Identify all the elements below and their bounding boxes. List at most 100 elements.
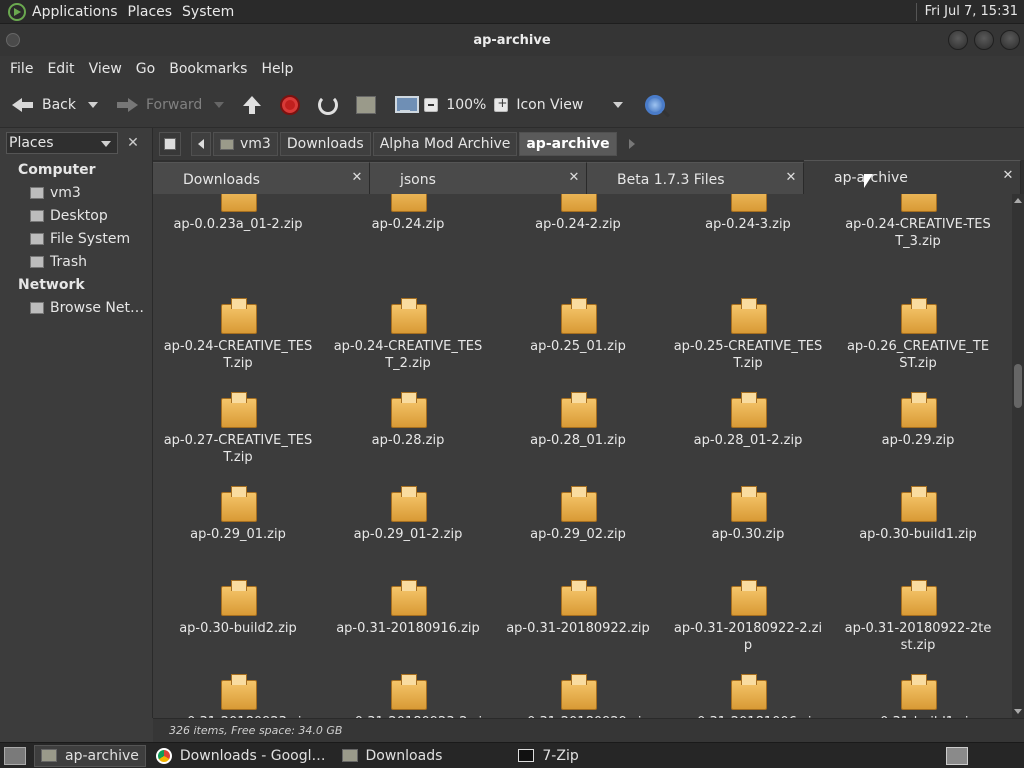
vertical-scrollbar[interactable] bbox=[1012, 194, 1024, 718]
menu-go[interactable]: Go bbox=[130, 61, 163, 77]
file-name: ap-0.24-CREATIVE_TEST.zip bbox=[163, 339, 313, 371]
menu-bookmarks[interactable]: Bookmarks bbox=[163, 61, 255, 77]
clock[interactable]: Fri Jul 7, 15:31 bbox=[925, 4, 1024, 19]
sidebar-item-browse-network[interactable]: Browse Net… bbox=[0, 296, 152, 319]
scroll-up-icon[interactable] bbox=[1014, 198, 1022, 203]
forward-history-chevron-down-icon[interactable] bbox=[214, 101, 225, 108]
tab-close-icon[interactable]: ✕ bbox=[1000, 168, 1016, 184]
sidebar-item-desktop[interactable]: Desktop bbox=[0, 204, 152, 227]
folder-icon bbox=[341, 749, 358, 762]
file-item[interactable]: ap-0.24-CREATIVE_TEST_2.zip bbox=[323, 288, 493, 382]
scrollbar-thumb[interactable] bbox=[1014, 364, 1022, 408]
tab-close-icon[interactable]: ✕ bbox=[566, 170, 582, 186]
file-item[interactable]: ap-0.25_01.zip bbox=[493, 288, 663, 382]
stop-button[interactable] bbox=[276, 89, 304, 121]
sidebar-type-select[interactable]: Places bbox=[6, 132, 118, 154]
forward-button[interactable]: Forward bbox=[112, 89, 228, 121]
file-item[interactable]: ap-0.24-3.zip bbox=[663, 194, 833, 288]
file-item[interactable]: ap-0.28.zip bbox=[323, 382, 493, 476]
file-item[interactable]: ap-0.30-build1.zip bbox=[833, 476, 1003, 570]
menu-edit[interactable]: Edit bbox=[41, 61, 82, 77]
file-item[interactable]: ap-0.28_01-2.zip bbox=[663, 382, 833, 476]
menu-file[interactable]: File bbox=[4, 61, 41, 77]
panel-menu-system[interactable]: System bbox=[182, 4, 244, 20]
file-item[interactable]: ap-0.30-build2.zip bbox=[153, 570, 323, 664]
menu-view[interactable]: View bbox=[83, 61, 130, 77]
zip-archive-icon bbox=[561, 580, 597, 616]
zoom-in-button[interactable] bbox=[490, 89, 512, 121]
minimize-button[interactable] bbox=[948, 30, 968, 50]
file-item[interactable]: ap-0.29_01-2.zip bbox=[323, 476, 493, 570]
show-desktop-icon[interactable] bbox=[4, 746, 26, 765]
view-mode-select[interactable]: Icon View bbox=[512, 89, 627, 121]
distro-logo-icon[interactable] bbox=[8, 2, 26, 21]
file-item[interactable]: ap-0.24.zip bbox=[323, 194, 493, 288]
reload-button[interactable] bbox=[314, 89, 342, 121]
back-history-chevron-down-icon[interactable] bbox=[88, 101, 98, 108]
tab-beta-files[interactable]: Beta 1.7.3 Files ✕ bbox=[587, 162, 804, 196]
panel-menu-applications[interactable]: Applications bbox=[32, 4, 128, 20]
tab-label: Downloads bbox=[183, 171, 260, 188]
maximize-button[interactable] bbox=[974, 30, 994, 50]
sidebar-item-file-system[interactable]: File System bbox=[0, 227, 152, 250]
computer-button[interactable] bbox=[390, 89, 420, 121]
home-button[interactable] bbox=[352, 89, 380, 121]
tab-close-icon[interactable]: ✕ bbox=[783, 170, 799, 186]
path-crumb-vm3[interactable]: vm3 bbox=[213, 132, 278, 156]
file-item[interactable]: ap-0.25-CREATIVE_TEST.zip bbox=[663, 288, 833, 382]
zip-archive-icon bbox=[391, 486, 427, 522]
file-item[interactable]: ap-0.31-20180922-2.zip bbox=[663, 570, 833, 664]
path-scroll-right-chevron-icon[interactable] bbox=[628, 139, 635, 149]
taskbar-item-downloads[interactable]: Downloads bbox=[336, 745, 449, 767]
sidebar-item-vm3[interactable]: vm3 bbox=[0, 181, 152, 204]
taskbar-item-chrome[interactable]: Downloads - Googl… bbox=[150, 745, 332, 767]
file-item[interactable]: ap-0.31-20180929.zip bbox=[493, 664, 663, 718]
file-item[interactable]: ap-0.28_01.zip bbox=[493, 382, 663, 476]
file-item[interactable]: ap-0.31-20181006.zip bbox=[663, 664, 833, 718]
up-button[interactable] bbox=[238, 89, 266, 121]
file-item[interactable]: ap-0.31-20180923.zip bbox=[153, 664, 323, 718]
file-item[interactable]: ap-0.26_CREATIVE_TEST.zip bbox=[833, 288, 1003, 382]
file-item[interactable]: ap-0.24-2.zip bbox=[493, 194, 663, 288]
sidebar-close-icon[interactable]: ✕ bbox=[124, 134, 142, 152]
menu-help[interactable]: Help bbox=[255, 61, 301, 77]
file-item[interactable]: ap-0.24-CREATIVE-TEST_3.zip bbox=[833, 194, 1003, 288]
search-button[interactable] bbox=[641, 89, 669, 121]
edit-location-button[interactable] bbox=[159, 132, 181, 156]
zoom-level[interactable]: 100% bbox=[442, 89, 490, 121]
zip-archive-icon bbox=[901, 674, 937, 710]
file-item[interactable]: ap-0.27-CREATIVE_TEST.zip bbox=[153, 382, 323, 476]
file-view[interactable]: ap-0.0.23a_01-2.zip ap-0.24.zip ap-0.24-2.… bbox=[153, 194, 1012, 718]
file-item[interactable]: ap-0.31-20180923-2.zip bbox=[323, 664, 493, 718]
file-item[interactable]: ap-0.29_01.zip bbox=[153, 476, 323, 570]
zip-archive-icon bbox=[221, 194, 257, 212]
path-crumb-alpha-mod-archive[interactable]: Alpha Mod Archive bbox=[372, 132, 518, 156]
zoom-out-button[interactable] bbox=[420, 89, 442, 121]
tab-close-icon[interactable]: ✕ bbox=[349, 170, 365, 186]
window-titlebar[interactable]: ap-archive bbox=[0, 24, 1024, 56]
taskbar-item-ap-archive[interactable]: ap-archive bbox=[34, 744, 146, 767]
window-menu-icon[interactable] bbox=[6, 33, 20, 47]
file-item[interactable]: ap-0.31-20180922-2test.zip bbox=[833, 570, 1003, 664]
workspace-switcher-icon[interactable] bbox=[946, 746, 968, 765]
scroll-down-icon[interactable] bbox=[1014, 709, 1022, 714]
back-button[interactable]: Back bbox=[8, 89, 102, 121]
file-item[interactable]: ap-0.31-build1.zip bbox=[833, 664, 1003, 718]
file-item[interactable]: ap-0.24-CREATIVE_TEST.zip bbox=[153, 288, 323, 382]
tab-downloads[interactable]: Downloads ✕ bbox=[153, 162, 370, 196]
file-item[interactable]: ap-0.29_02.zip bbox=[493, 476, 663, 570]
path-scroll-left-button[interactable] bbox=[191, 132, 211, 156]
file-item[interactable]: ap-0.29.zip bbox=[833, 382, 1003, 476]
file-item[interactable]: ap-0.31-20180922.zip bbox=[493, 570, 663, 664]
tab-ap-archive[interactable]: ap-archive ✕ bbox=[804, 160, 1021, 194]
file-item[interactable]: ap-0.0.23a_01-2.zip bbox=[153, 194, 323, 288]
panel-menu-places[interactable]: Places bbox=[128, 4, 183, 20]
file-item[interactable]: ap-0.31-20180916.zip bbox=[323, 570, 493, 664]
taskbar-item-7zip[interactable]: 7-Zip bbox=[512, 745, 584, 767]
close-window-button[interactable] bbox=[1000, 30, 1020, 50]
path-crumb-ap-archive[interactable]: ap-archive bbox=[519, 132, 617, 156]
file-item[interactable]: ap-0.30.zip bbox=[663, 476, 833, 570]
tab-jsons[interactable]: jsons ✕ bbox=[370, 162, 587, 196]
sidebar-item-trash[interactable]: Trash bbox=[0, 250, 152, 273]
path-crumb-downloads[interactable]: Downloads bbox=[279, 132, 371, 156]
